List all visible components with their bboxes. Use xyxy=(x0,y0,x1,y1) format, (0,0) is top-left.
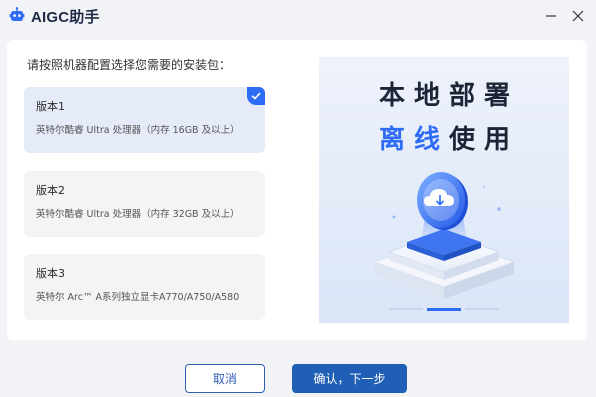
check-icon xyxy=(251,92,261,100)
selected-check-badge xyxy=(247,87,265,105)
confirm-next-button[interactable]: 确认，下一步 xyxy=(292,364,407,393)
cloud-download-illustration xyxy=(372,172,516,299)
carousel-dot-active[interactable] xyxy=(427,308,461,311)
option-version-3[interactable]: 版本3 英特尔 Arc™ A系列独立显卡A770/A750/A580 xyxy=(24,254,265,320)
option-version-2[interactable]: 版本2 英特尔酷睿 Ultra 处理器（内存 32GB 及以上） xyxy=(24,171,265,237)
close-button[interactable] xyxy=(568,6,588,26)
main-panel: 请按照机器配置选择您需要的安装包： 版本1 英特尔酷睿 Ultra 处理器（内存… xyxy=(7,40,587,340)
option-desc: 英特尔 Arc™ A系列独立显卡A770/A750/A580 xyxy=(36,292,240,303)
robot-icon xyxy=(9,7,25,21)
option-desc: 英特尔酷睿 Ultra 处理器（内存 32GB 及以上） xyxy=(36,209,240,220)
option-name: 版本2 xyxy=(36,184,65,197)
carousel-dot[interactable] xyxy=(465,308,499,310)
option-name: 版本3 xyxy=(36,267,65,280)
minimize-button[interactable] xyxy=(541,6,561,26)
banner-rest-text: 使用 xyxy=(449,125,520,155)
selection-prompt: 请按照机器配置选择您需要的安装包： xyxy=(27,58,232,72)
banner-headline: 本地部署 xyxy=(379,81,520,111)
carousel-dot[interactable] xyxy=(389,308,423,310)
promo-banner: 本地部署 离线使用 xyxy=(319,57,569,323)
banner-subheadline: 离线使用 xyxy=(379,119,519,156)
app-title: AIGC助手 xyxy=(31,9,100,26)
option-version-1[interactable]: 版本1 英特尔酷睿 Ultra 处理器（内存 16GB 及以上） xyxy=(24,87,265,153)
minimize-icon xyxy=(546,15,556,17)
carousel-indicator xyxy=(389,308,499,311)
option-desc: 英特尔酷睿 Ultra 处理器（内存 16GB 及以上） xyxy=(36,125,240,136)
banner-highlight-text: 离线 xyxy=(379,125,450,155)
close-icon xyxy=(572,10,584,22)
title-bar: AIGC助手 xyxy=(0,0,596,32)
option-name: 版本1 xyxy=(36,100,65,113)
cancel-button[interactable]: 取消 xyxy=(185,364,265,393)
